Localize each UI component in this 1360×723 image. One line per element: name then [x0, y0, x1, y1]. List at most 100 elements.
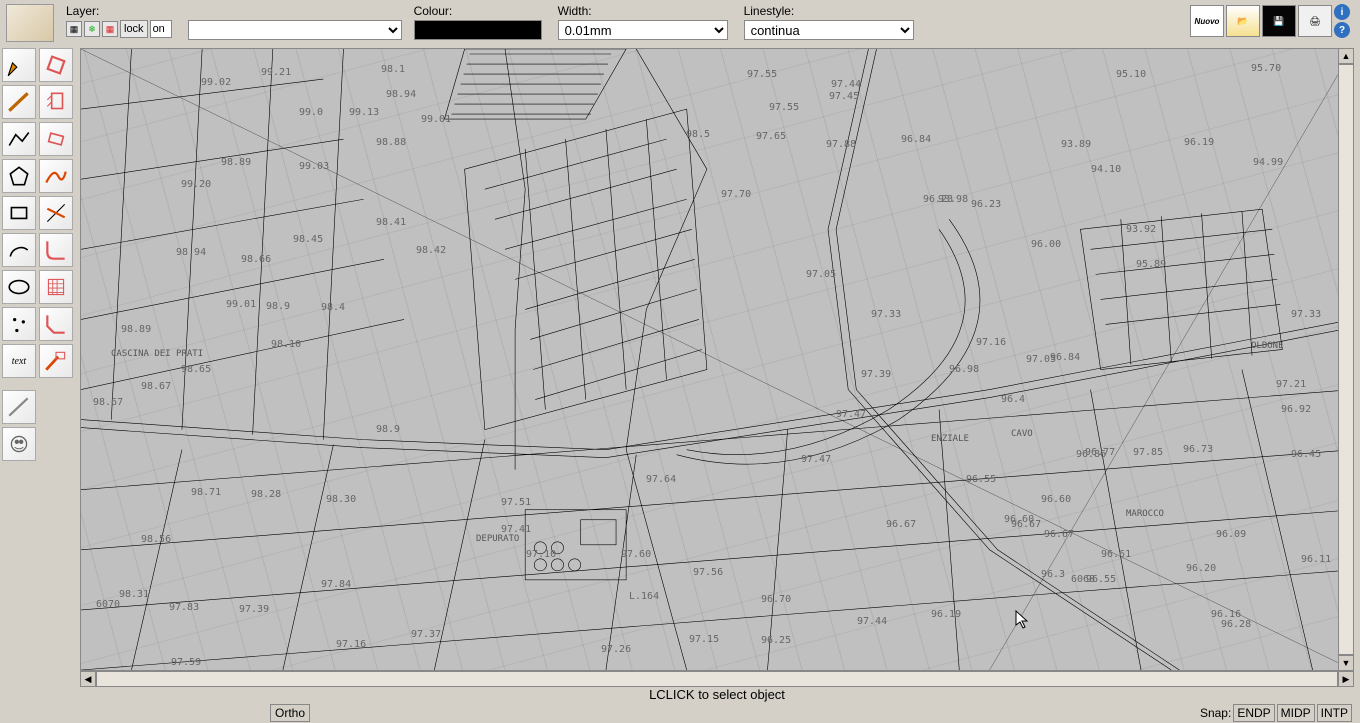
elevation-label: 97.47 — [836, 409, 866, 420]
elevation-label: 98.89 — [221, 157, 251, 168]
bottom-bar: Ortho Snap: ENDP MIDP INTP — [0, 703, 1360, 723]
spline-tool[interactable] — [39, 159, 73, 193]
view-tool[interactable] — [2, 427, 36, 461]
elevation-label: 96.3 — [1041, 569, 1065, 580]
new-button[interactable]: Nuovo — [1190, 5, 1224, 37]
fillet-tool[interactable] — [39, 233, 73, 267]
elevation-label: 98.41 — [376, 217, 406, 228]
elevation-label: 98.67 — [93, 397, 123, 408]
elevation-label: 96.00 — [1031, 239, 1061, 250]
elevation-label: 96.60 — [1004, 514, 1034, 525]
elevation-label: 96.55 — [966, 474, 996, 485]
scroll-up-icon[interactable]: ▲ — [1338, 48, 1354, 64]
elevation-label: 98.94 — [386, 89, 416, 100]
parallel-line-tool[interactable] — [39, 85, 73, 119]
elevation-label: 96.60 — [1041, 494, 1071, 505]
elevation-label: 98.71 — [191, 487, 221, 498]
elevation-label: 97.47 — [801, 454, 831, 465]
file-buttons: Nuovo 📂 💾 🖨 i ? — [1190, 4, 1350, 38]
ellipse-tool[interactable] — [2, 270, 36, 304]
elevation-label: 96.73 — [1183, 444, 1213, 455]
elevation-label: 98.31 — [119, 589, 149, 600]
elevation-label: 96.28 — [1221, 619, 1251, 630]
offset-tool[interactable] — [39, 122, 73, 156]
layer-label: Layer: — [66, 4, 172, 18]
map-feature-label: CAVO — [1011, 429, 1033, 439]
trim-tool[interactable] — [39, 196, 73, 230]
elevation-label: 97.33 — [871, 309, 901, 320]
scroll-down-icon[interactable]: ▼ — [1338, 655, 1354, 671]
elevation-label: 98.1 — [381, 64, 405, 75]
help-icon[interactable]: ? — [1334, 22, 1350, 38]
elevation-label: 93.98 — [938, 194, 968, 205]
elevation-label: 97.44 — [831, 79, 861, 90]
elevation-label: 93.92 — [1126, 224, 1156, 235]
save-button[interactable]: 💾 — [1262, 5, 1296, 37]
arc-tool[interactable] — [2, 233, 36, 267]
line-tool[interactable] — [2, 85, 36, 119]
elevation-label: 97.37 — [411, 629, 441, 640]
elevation-label: 98.9 — [266, 301, 290, 312]
snap-midp-button[interactable]: MIDP — [1277, 704, 1315, 722]
open-button[interactable]: 📂 — [1226, 5, 1260, 37]
polygon-tool[interactable] — [2, 159, 36, 193]
layer-dropdown[interactable] — [188, 20, 402, 40]
print-button[interactable]: 🖨 — [1298, 5, 1332, 37]
width-dropdown[interactable]: 0.01mm — [558, 20, 728, 40]
hatch-tool[interactable] — [39, 270, 73, 304]
elevation-label: 96.61 — [1101, 549, 1131, 560]
elevation-label: 97.05 — [806, 269, 836, 280]
rectangle-tool[interactable] — [2, 196, 36, 230]
elevation-label: 99.21 — [261, 67, 291, 78]
elevation-label: 96.09 — [1216, 529, 1246, 540]
elevation-label: 98.89 — [121, 324, 151, 335]
elevation-label: 97.39 — [239, 604, 269, 615]
elevation-label: 97.88 — [826, 139, 856, 150]
vertical-scrollbar[interactable]: ▲ ▼ — [1338, 48, 1354, 671]
elevation-label: 96.23 — [971, 199, 1001, 210]
elevation-label: 98.45 — [293, 234, 323, 245]
elevation-label: 97.26 — [601, 644, 631, 655]
elevation-label: 96.67 — [886, 519, 916, 530]
chamfer-tool[interactable] — [39, 307, 73, 341]
elevation-label: 97.55 — [747, 69, 777, 80]
elevation-label: 96.25 — [761, 635, 791, 646]
ortho-button[interactable]: Ortho — [270, 704, 310, 722]
linestyle-section: Linestyle: continua — [744, 4, 914, 40]
snap-intp-button[interactable]: INTP — [1317, 704, 1352, 722]
elevation-label: 97.83 — [169, 602, 199, 613]
elevation-label: 98.56 — [141, 534, 171, 545]
elevation-label: 95.10 — [1116, 69, 1146, 80]
elevation-label: 96.92 — [1281, 404, 1311, 415]
drawing-canvas[interactable]: 99.0299.2198.199.1398.9499.2098.8999.039… — [80, 48, 1354, 671]
layer-visible-icon[interactable]: ▦ — [66, 21, 82, 37]
map-feature-label: MAROCCO — [1126, 509, 1164, 519]
snap-endp-button[interactable]: ENDP — [1233, 704, 1274, 722]
layer-color-icon[interactable]: ▦ — [102, 21, 118, 37]
colour-swatch[interactable] — [414, 20, 542, 40]
tool-palette: text — [2, 48, 78, 461]
lock-state-field[interactable] — [150, 20, 172, 38]
layer-freeze-icon[interactable]: ❄ — [84, 21, 100, 37]
polyline-tool[interactable] — [2, 122, 36, 156]
elevation-label: 6070 — [96, 599, 120, 610]
dimension-tool[interactable] — [2, 390, 36, 424]
elevation-label: 97.65 — [756, 131, 786, 142]
info-icon[interactable]: i — [1334, 4, 1350, 20]
elevation-label: 98.88 — [376, 137, 406, 148]
leader-tool[interactable] — [39, 344, 73, 378]
elevation-label: 96.16 — [1211, 609, 1241, 620]
pencil-tool[interactable] — [2, 48, 36, 82]
text-tool[interactable]: text — [2, 344, 36, 378]
elevation-label: 96.98 — [949, 364, 979, 375]
lock-button[interactable]: lock — [120, 20, 148, 38]
elevation-label: 97.59 — [171, 657, 201, 668]
erase-tool[interactable] — [39, 48, 73, 82]
point-tool[interactable] — [2, 307, 36, 341]
elevation-label: 97.44 — [857, 616, 887, 627]
elevation-label: 99.01 — [226, 299, 256, 310]
elevation-label: 98.65 — [181, 364, 211, 375]
elevation-label: 98.42 — [416, 245, 446, 256]
linestyle-dropdown[interactable]: continua — [744, 20, 914, 40]
elevation-label: 98.5 — [686, 129, 710, 140]
